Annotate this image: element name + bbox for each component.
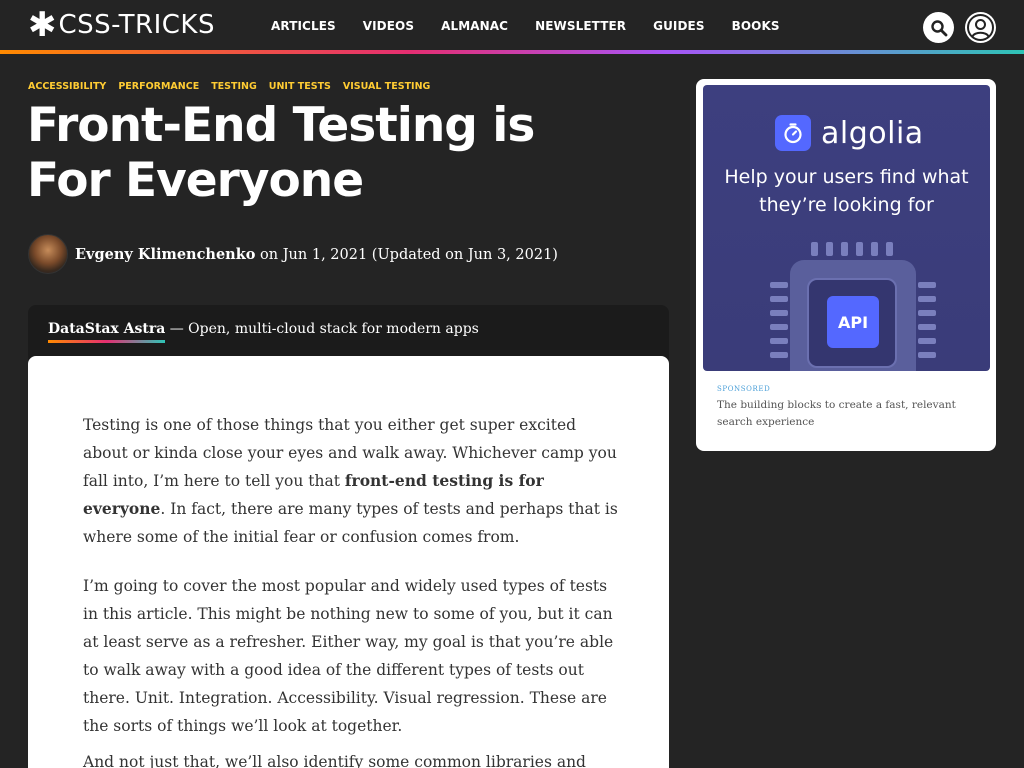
sponsor-strip-text: DataStax Astra — Open, multi-cloud stack… <box>48 321 479 343</box>
chip-pin <box>856 242 863 256</box>
logo-text: CSS-TRICKS <box>58 10 215 40</box>
chip-pin <box>918 310 936 316</box>
article-title: Front-End Testing is For Everyone <box>27 98 535 208</box>
sponsor-tagline: — Open, multi-cloud stack for modern app… <box>165 321 479 337</box>
tag-accessibility[interactable]: ACCESSIBILITY <box>28 81 106 92</box>
chip-pin <box>770 310 788 316</box>
author-byline: Evgeny Klimenchenko on Jun 1, 2021 (Upda… <box>28 234 558 274</box>
publish-date: on Jun 1, 2021 (Updated on Jun 3, 2021) <box>255 246 558 263</box>
sponsor-brand-name: DataStax Astra <box>48 321 166 337</box>
sidebar-ad[interactable]: algolia Help your users find what they’r… <box>696 79 996 451</box>
sponsor-brand-link[interactable]: DataStax Astra <box>48 321 166 343</box>
tag-testing[interactable]: TESTING <box>211 81 257 92</box>
chip-pin <box>918 282 936 288</box>
algolia-logo: algolia <box>775 115 924 151</box>
algolia-wordmark: algolia <box>821 115 924 151</box>
nav-item-newsletter[interactable]: NEWSLETTER <box>535 19 626 33</box>
brand-underline <box>48 340 166 343</box>
chip-pin <box>886 242 893 256</box>
chip-pin <box>770 282 788 288</box>
search-button[interactable] <box>923 12 954 43</box>
chip-pin <box>918 352 936 358</box>
nav-item-almanac[interactable]: ALMANAC <box>441 19 508 33</box>
tag-performance[interactable]: PERFORMANCE <box>118 81 199 92</box>
chip-pin <box>918 296 936 302</box>
chip-pin <box>770 352 788 358</box>
sponsored-label: SPONSORED <box>717 385 771 393</box>
stopwatch-icon <box>775 115 811 151</box>
main-nav: ARTICLES VIDEOS ALMANAC NEWSLETTER GUIDE… <box>271 19 807 33</box>
search-icon <box>930 19 947 36</box>
article-body: Testing is one of those things that you … <box>28 356 669 768</box>
p1-text-b: . In fact, there are many types of tests… <box>83 500 618 546</box>
paragraph-3: And not just that, we’ll also identify s… <box>83 753 586 768</box>
asterisk-logo-icon: ✱ <box>28 5 57 45</box>
author-avatar[interactable] <box>28 234 68 274</box>
user-icon <box>967 14 994 41</box>
chip-pin <box>841 242 848 256</box>
chip-pin <box>770 296 788 302</box>
tag-unit-tests[interactable]: UNIT TESTS <box>269 81 331 92</box>
nav-item-articles[interactable]: ARTICLES <box>271 19 336 33</box>
site-header: ✱ CSS-TRICKS ARTICLES VIDEOS ALMANAC NEW… <box>0 0 1024 51</box>
chip-pin <box>918 338 936 344</box>
site-logo[interactable]: ✱ CSS-TRICKS <box>28 5 215 45</box>
chip-pin <box>918 324 936 330</box>
ad-image[interactable]: algolia Help your users find what they’r… <box>703 85 990 371</box>
paragraph-1: Testing is one of those things that you … <box>83 411 623 551</box>
chip-pin <box>871 242 878 256</box>
chip-pin <box>770 324 788 330</box>
nav-item-videos[interactable]: VIDEOS <box>363 19 414 33</box>
paragraph-2: I’m going to cover the most popular and … <box>83 577 614 735</box>
nav-item-guides[interactable]: GUIDES <box>653 19 704 33</box>
nav-item-books[interactable]: BOOKS <box>732 19 780 33</box>
account-button[interactable] <box>965 12 996 43</box>
article-tags: ACCESSIBILITY PERFORMANCE TESTING UNIT T… <box>28 81 442 92</box>
chip-pin <box>811 242 818 256</box>
tag-visual-testing[interactable]: VISUAL TESTING <box>343 81 430 92</box>
chip-pin <box>826 242 833 256</box>
ad-headline: Help your users find what they’re lookin… <box>724 166 969 216</box>
author-name[interactable]: Evgeny Klimenchenko <box>75 246 255 263</box>
header-gradient-bar <box>0 50 1024 54</box>
byline-text: Evgeny Klimenchenko on Jun 1, 2021 (Upda… <box>75 246 558 263</box>
chip-pin <box>770 338 788 344</box>
ad-description[interactable]: The building blocks to create a fast, re… <box>717 397 977 431</box>
api-label: API <box>827 296 879 348</box>
sponsor-strip: DataStax Astra — Open, multi-cloud stack… <box>28 305 669 360</box>
